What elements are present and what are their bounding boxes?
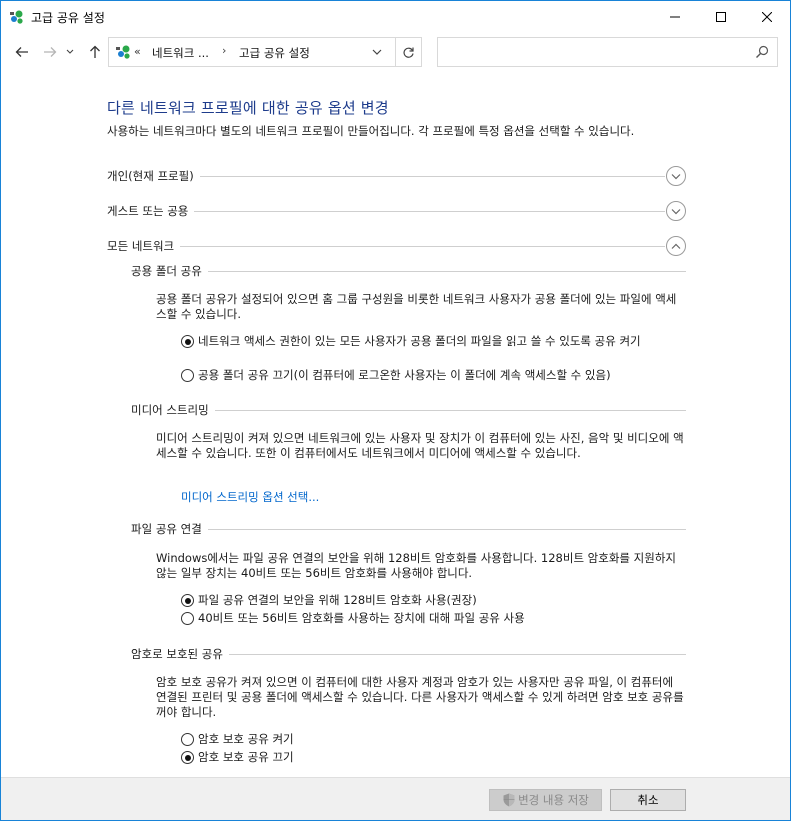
- search-box[interactable]: [437, 37, 778, 67]
- subsection-title: 암호로 보호된 공유: [131, 646, 229, 662]
- section-private-label[interactable]: 개인(현재 프로필): [107, 168, 200, 184]
- subsection-file-sharing: 파일 공유 연결: [131, 521, 686, 537]
- expand-guest-button[interactable]: [666, 201, 686, 221]
- title-bar: 고급 공유 설정: [1, 1, 790, 32]
- up-button[interactable]: [84, 41, 106, 63]
- back-button[interactable]: [11, 41, 33, 63]
- breadcrumb-separator[interactable]: ›: [222, 44, 226, 57]
- radio-button-selected[interactable]: [181, 335, 194, 348]
- content-area: 다른 네트워크 프로필에 대한 공유 옵션 변경 사용하는 네트워크마다 별도의…: [1, 79, 790, 779]
- cancel-button[interactable]: 취소: [610, 789, 686, 811]
- footer-bar: 변경 내용 저장 취소: [1, 777, 790, 820]
- refresh-icon: [403, 47, 414, 58]
- media-options-link[interactable]: 미디어 스트리밍 옵션 선택...: [181, 489, 319, 505]
- network-icon: [116, 45, 130, 59]
- radio-label[interactable]: 40비트 또는 56비트 암호화를 사용하는 장치에 대해 파일 공유 사용: [198, 611, 688, 626]
- chevron-up-icon: [671, 243, 681, 249]
- close-button[interactable]: [744, 1, 790, 32]
- arrow-left-icon: [15, 47, 28, 57]
- radio-label[interactable]: 네트워크 액세스 권한이 있는 모든 사용자가 공용 폴더의 파일을 읽고 쓸 …: [198, 334, 688, 349]
- divider: [107, 246, 665, 247]
- search-input[interactable]: [438, 38, 738, 66]
- forward-button[interactable]: [39, 41, 61, 63]
- password-description: 암호 보호 공유가 켜져 있으면 이 컴퓨터에 대한 사용자 계정과 암호가 있…: [156, 675, 684, 719]
- cancel-label: 취소: [637, 793, 659, 807]
- section-all-networks[interactable]: 모든 네트워크: [107, 236, 687, 258]
- chevron-down-icon: [671, 208, 681, 214]
- page-intro: 사용하는 네트워크마다 별도의 네트워크 프로필이 만들어집니다. 각 프로필에…: [107, 124, 635, 138]
- radio-password-off[interactable]: 암호 보호 공유 끄기: [181, 750, 681, 766]
- save-changes-button[interactable]: 변경 내용 저장: [489, 789, 602, 811]
- page-title: 다른 네트워크 프로필에 대한 공유 옵션 변경: [107, 99, 389, 117]
- breadcrumb-overflow[interactable]: «: [134, 45, 141, 58]
- maximize-icon: [716, 11, 726, 22]
- close-icon: [762, 11, 772, 22]
- window: 고급 공유 설정 « 네트워크 ... › 고급 공유 설정 다른 네트워크 프…: [0, 0, 791, 821]
- subsection-password-sharing: 암호로 보호된 공유: [131, 646, 686, 662]
- subsection-title: 미디어 스트리밍: [131, 402, 215, 418]
- radio-button[interactable]: [181, 369, 194, 382]
- minimize-icon: [670, 16, 680, 17]
- radio-public-off[interactable]: 공용 폴더 공유 끄기(이 컴퓨터에 로그온한 사용자는 이 폴더에 계속 액세…: [181, 368, 681, 384]
- minimize-button[interactable]: [652, 1, 698, 32]
- network-app-icon: [10, 10, 23, 24]
- radio-label[interactable]: 공용 폴더 공유 끄기(이 컴퓨터에 로그온한 사용자는 이 폴더에 계속 액세…: [198, 368, 688, 383]
- uac-shield-icon: [503, 793, 515, 807]
- section-guest-label[interactable]: 게스트 또는 공용: [107, 203, 195, 219]
- address-bar[interactable]: « 네트워크 ... › 고급 공유 설정: [108, 37, 422, 67]
- search-icon: [756, 45, 769, 58]
- chevron-down-icon: [66, 49, 74, 54]
- arrow-right-icon: [44, 47, 57, 57]
- radio-button[interactable]: [181, 733, 194, 746]
- breadcrumb-advanced-sharing[interactable]: 고급 공유 설정: [239, 45, 310, 61]
- radio-label[interactable]: 암호 보호 공유 켜기: [198, 732, 688, 747]
- divider: [131, 271, 686, 272]
- subsection-public-folder: 공용 폴더 공유: [131, 263, 686, 279]
- save-label: 변경 내용 저장: [518, 793, 589, 807]
- divider: [131, 529, 686, 530]
- section-private[interactable]: 개인(현재 프로필): [107, 166, 687, 188]
- radio-128bit[interactable]: 파일 공유 연결의 보안을 위해 128비트 암호화 사용(권장): [181, 593, 681, 609]
- chevron-down-icon: [671, 173, 681, 179]
- radio-button-selected[interactable]: [181, 594, 194, 607]
- maximize-button[interactable]: [698, 1, 744, 32]
- radio-label[interactable]: 암호 보호 공유 끄기: [198, 750, 688, 765]
- radio-button[interactable]: [181, 612, 194, 625]
- radio-40bit[interactable]: 40비트 또는 56비트 암호화를 사용하는 장치에 대해 파일 공유 사용: [181, 611, 681, 627]
- radio-password-on[interactable]: 암호 보호 공유 켜기: [181, 732, 681, 748]
- expand-private-button[interactable]: [666, 166, 686, 186]
- subsection-title: 공용 폴더 공유: [131, 263, 208, 279]
- window-title: 고급 공유 설정: [31, 11, 105, 25]
- subsection-title: 파일 공유 연결: [131, 521, 208, 537]
- radio-label[interactable]: 파일 공유 연결의 보안을 위해 128비트 암호화 사용(권장): [198, 593, 688, 608]
- recent-locations-button[interactable]: [63, 41, 77, 63]
- section-all-label[interactable]: 모든 네트워크: [107, 238, 181, 254]
- refresh-button[interactable]: [395, 37, 422, 67]
- section-guest[interactable]: 게스트 또는 공용: [107, 201, 687, 223]
- radio-public-on[interactable]: 네트워크 액세스 권한이 있는 모든 사용자가 공용 폴더의 파일을 읽고 쓸 …: [181, 334, 681, 366]
- radio-button-selected[interactable]: [181, 751, 194, 764]
- file-sharing-description: Windows에서는 파일 공유 연결의 보안을 위해 128비트 암호화를 사…: [156, 551, 676, 580]
- arrow-up-icon: [90, 45, 100, 58]
- chevron-down-icon[interactable]: [371, 46, 383, 58]
- public-folder-description: 공용 폴더 공유가 설정되어 있으면 홈 그룹 구성원을 비롯한 네트워크 사용…: [156, 292, 677, 321]
- media-description: 미디어 스트리밍이 켜져 있으면 네트워크에 있는 사용자 및 장치가 이 컴퓨…: [156, 431, 684, 460]
- breadcrumb-network[interactable]: 네트워크 ...: [152, 45, 209, 61]
- collapse-all-button[interactable]: [666, 236, 686, 256]
- subsection-media-streaming: 미디어 스트리밍: [131, 402, 686, 418]
